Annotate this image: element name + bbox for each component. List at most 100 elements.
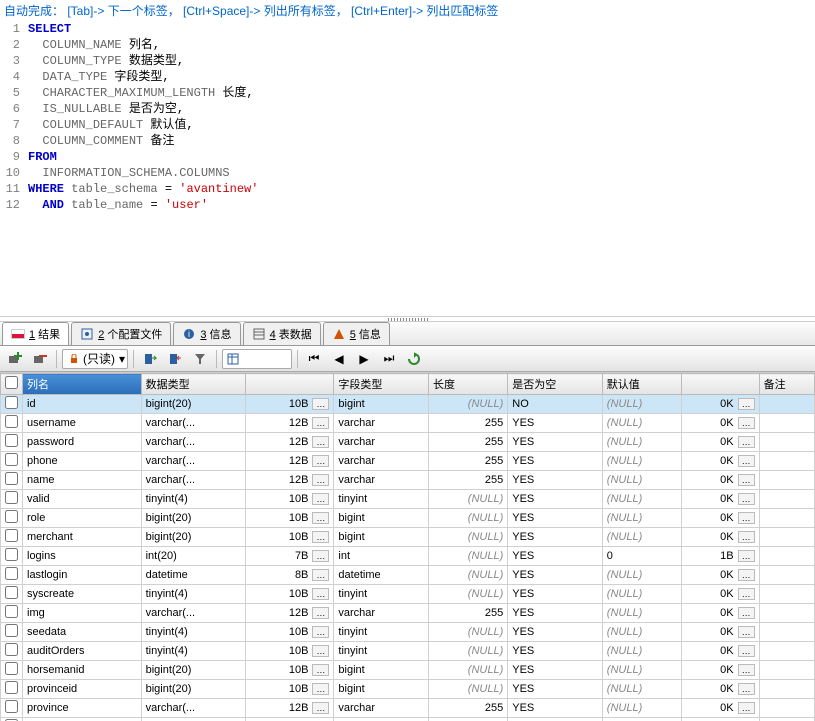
default-picker-button[interactable]: … <box>738 569 755 581</box>
row-checkbox[interactable] <box>5 567 18 580</box>
cell-ftype[interactable]: varchar <box>334 471 429 490</box>
cell-name[interactable]: horsemanid <box>23 661 142 680</box>
cell-default[interactable]: (NULL) <box>602 642 681 661</box>
cell-size[interactable]: 10B… <box>245 585 333 604</box>
cell-nullable[interactable]: YES <box>508 509 603 528</box>
cell-note[interactable] <box>759 680 814 699</box>
cell-name[interactable]: cityid <box>23 718 142 721</box>
cell-size[interactable]: 10B… <box>245 642 333 661</box>
table-row[interactable]: merchantbigint(20)10B…bigint(NULL)YES(NU… <box>1 528 815 547</box>
cell-default[interactable]: (NULL) <box>602 566 681 585</box>
default-picker-button[interactable]: … <box>738 398 755 410</box>
cell-len[interactable]: 255 <box>428 433 507 452</box>
row-checkbox[interactable] <box>5 605 18 618</box>
row-checkbox[interactable] <box>5 415 18 428</box>
col-header[interactable]: 列名 <box>23 374 142 395</box>
table-row[interactable]: loginsint(20)7B…int(NULL)YES01B… <box>1 547 815 566</box>
tab-3[interactable]: i3 信息 <box>173 322 240 345</box>
cell-defbtn[interactable]: 0K… <box>682 623 760 642</box>
default-picker-button[interactable]: … <box>738 417 755 429</box>
col-header[interactable]: 备注 <box>759 374 814 395</box>
cell-defbtn[interactable]: 0K… <box>682 509 760 528</box>
table-row[interactable]: rolebigint(20)10B…bigint(NULL)YES(NULL)0… <box>1 509 815 528</box>
cell-name[interactable]: role <box>23 509 142 528</box>
cell-nullable[interactable]: YES <box>508 452 603 471</box>
cell-dtype[interactable]: bigint(20) <box>141 661 245 680</box>
cell-note[interactable] <box>759 699 814 718</box>
last-page-button[interactable]: ⏭ <box>378 349 400 369</box>
cell-size[interactable]: 12B… <box>245 699 333 718</box>
table-row[interactable]: namevarchar(...12B…varchar255YES(NULL)0K… <box>1 471 815 490</box>
cell-name[interactable]: seedata <box>23 623 142 642</box>
cell-ftype[interactable]: int <box>334 547 429 566</box>
table-row[interactable]: syscreatetinyint(4)10B…tinyint(NULL)YES(… <box>1 585 815 604</box>
cell-name[interactable]: phone <box>23 452 142 471</box>
cell-ftype[interactable]: varchar <box>334 699 429 718</box>
cell-nullable[interactable]: YES <box>508 661 603 680</box>
readonly-dropdown[interactable]: (只读) ▾ <box>62 349 128 369</box>
cell-size[interactable]: 10B… <box>245 661 333 680</box>
default-picker-button[interactable]: … <box>738 436 755 448</box>
row-checkbox[interactable] <box>5 529 18 542</box>
cell-dtype[interactable]: bigint(20) <box>141 718 245 721</box>
cell-ftype[interactable]: varchar <box>334 604 429 623</box>
cell-ftype[interactable]: tinyint <box>334 623 429 642</box>
cell-default[interactable]: (NULL) <box>602 414 681 433</box>
size-picker-button[interactable]: … <box>312 531 329 543</box>
sql-editor[interactable]: 123456789101112 SELECT COLUMN_NAME 列名, C… <box>0 21 815 316</box>
cell-size[interactable]: 10B… <box>245 509 333 528</box>
first-page-button[interactable]: ⏮ <box>303 349 325 369</box>
default-picker-button[interactable]: … <box>738 493 755 505</box>
col-header[interactable]: 字段类型 <box>334 374 429 395</box>
cell-len[interactable]: (NULL) <box>428 661 507 680</box>
default-picker-button[interactable]: … <box>738 702 755 714</box>
cell-len[interactable]: (NULL) <box>428 642 507 661</box>
cell-defbtn[interactable]: 0K… <box>682 661 760 680</box>
cell-len[interactable]: (NULL) <box>428 585 507 604</box>
size-picker-button[interactable]: … <box>312 512 329 524</box>
size-picker-button[interactable]: … <box>312 398 329 410</box>
cell-size[interactable]: 10B… <box>245 395 333 414</box>
cell-len[interactable]: 255 <box>428 414 507 433</box>
row-checkbox[interactable] <box>5 491 18 504</box>
cell-note[interactable] <box>759 433 814 452</box>
cell-size[interactable]: 12B… <box>245 452 333 471</box>
cell-ftype[interactable]: varchar <box>334 414 429 433</box>
cell-nullable[interactable]: YES <box>508 604 603 623</box>
cell-dtype[interactable]: tinyint(4) <box>141 490 245 509</box>
filter-button[interactable] <box>189 349 211 369</box>
cell-note[interactable] <box>759 661 814 680</box>
default-picker-button[interactable]: … <box>738 645 755 657</box>
table-row[interactable]: phonevarchar(...12B…varchar255YES(NULL)0… <box>1 452 815 471</box>
select-all-checkbox[interactable] <box>5 376 18 389</box>
table-row[interactable]: cityidbigint(20)10B…bigint(NULL)YES(NULL… <box>1 718 815 721</box>
cell-note[interactable] <box>759 452 814 471</box>
next-page-button[interactable]: ▶ <box>353 349 375 369</box>
cell-size[interactable]: 12B… <box>245 414 333 433</box>
table-row[interactable]: usernamevarchar(...12B…varchar255YES(NUL… <box>1 414 815 433</box>
cell-defbtn[interactable]: 1B… <box>682 547 760 566</box>
tab-2[interactable]: 2 个配置文件 <box>71 322 171 345</box>
cell-dtype[interactable]: varchar(... <box>141 604 245 623</box>
row-checkbox[interactable] <box>5 662 18 675</box>
cell-default[interactable]: (NULL) <box>602 528 681 547</box>
cell-default[interactable]: (NULL) <box>602 471 681 490</box>
default-picker-button[interactable]: … <box>738 550 755 562</box>
default-picker-button[interactable]: … <box>738 474 755 486</box>
cell-dtype[interactable]: tinyint(4) <box>141 623 245 642</box>
size-picker-button[interactable]: … <box>312 588 329 600</box>
size-picker-button[interactable]: … <box>312 626 329 638</box>
cell-note[interactable] <box>759 585 814 604</box>
tab-4[interactable]: 4 表数据 <box>243 322 321 345</box>
table-row[interactable]: provinceidbigint(20)10B…bigint(NULL)YES(… <box>1 680 815 699</box>
cell-note[interactable] <box>759 623 814 642</box>
cell-ftype[interactable]: bigint <box>334 718 429 721</box>
table-row[interactable]: imgvarchar(...12B…varchar255YES(NULL)0K… <box>1 604 815 623</box>
cell-name[interactable]: logins <box>23 547 142 566</box>
cell-ftype[interactable]: varchar <box>334 433 429 452</box>
cell-name[interactable]: password <box>23 433 142 452</box>
cell-dtype[interactable]: varchar(... <box>141 471 245 490</box>
row-checkbox[interactable] <box>5 453 18 466</box>
cell-size[interactable]: 10B… <box>245 680 333 699</box>
cell-nullable[interactable]: YES <box>508 585 603 604</box>
